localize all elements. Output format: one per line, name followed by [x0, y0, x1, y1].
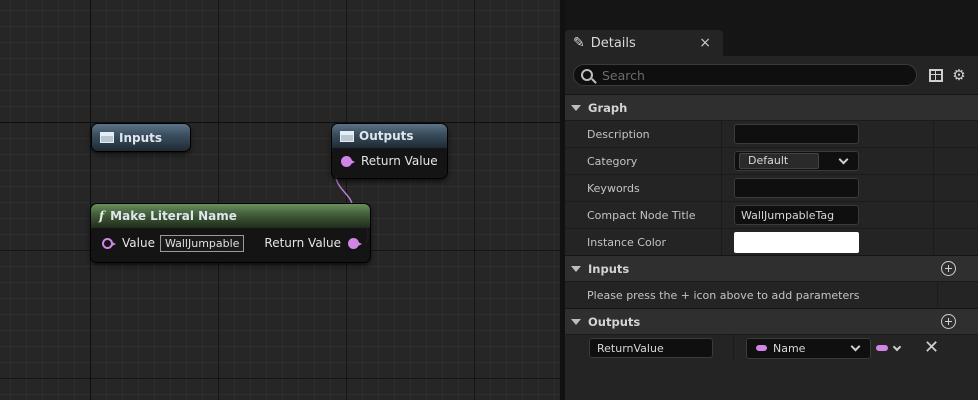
return-value-input-pin[interactable]	[341, 155, 355, 167]
add-output-icon[interactable]	[941, 314, 956, 329]
section-outputs-title: Outputs	[588, 314, 641, 329]
value-pin-label: Value	[122, 236, 155, 250]
section-inputs-title: Inputs	[588, 261, 630, 276]
outputs-node-title: Outputs	[359, 129, 414, 143]
category-dropdown[interactable]: Default	[734, 151, 859, 171]
property-row-compact-node-title: Compact Node Title WallJumpableTag	[565, 201, 978, 228]
inputs-hint-text: Please press the + icon above to add par…	[587, 288, 860, 302]
remove-param-icon[interactable]: ✕	[924, 339, 939, 357]
return-value-output-pin[interactable]	[348, 237, 362, 249]
keywords-label: Keywords	[565, 175, 722, 201]
compact-node-title-field[interactable]: WallJumpableTag	[734, 205, 859, 225]
description-field[interactable]	[734, 124, 859, 144]
tab-details[interactable]: ✎ Details ×	[565, 30, 723, 56]
section-inputs[interactable]: Inputs	[565, 255, 978, 281]
description-label: Description	[565, 121, 722, 147]
container-type-icon[interactable]	[876, 345, 888, 351]
collapse-arrow-icon	[571, 265, 581, 272]
chevron-down-icon[interactable]	[838, 154, 849, 164]
collapse-arrow-icon	[571, 104, 581, 111]
section-graph-title: Graph	[588, 100, 628, 115]
pencil-icon: ✎	[573, 35, 585, 51]
pin-type-icon	[756, 345, 767, 351]
search-icon	[581, 69, 593, 81]
property-row-keywords: Keywords	[565, 174, 978, 201]
node-entry-icon	[100, 132, 114, 143]
add-input-icon[interactable]	[941, 261, 956, 276]
search-placeholder: Search	[602, 67, 645, 83]
wire-connection	[335, 175, 369, 244]
keywords-field[interactable]	[734, 178, 859, 198]
instance-color-swatch[interactable]	[734, 231, 859, 253]
property-row-instance-color: Instance Color	[565, 228, 978, 255]
property-row-category: Category Default	[565, 147, 978, 174]
chevron-down-icon[interactable]	[850, 341, 861, 351]
property-matrix-icon[interactable]	[929, 68, 943, 82]
value-literal-input[interactable]: WallJumpable	[159, 234, 245, 252]
output-param-name-field[interactable]: ReturnValue	[589, 338, 713, 358]
output-param-type-label: Name	[773, 341, 806, 355]
tab-details-label: Details	[590, 35, 636, 51]
section-graph[interactable]: Graph	[565, 94, 978, 120]
value-input-pin[interactable]	[102, 237, 116, 249]
details-panel: ✎ Details × Search ⚙ Graph Description C…	[565, 0, 978, 400]
make-literal-name-node[interactable]: f Make Literal Name Value WallJumpable R…	[91, 204, 370, 262]
inputs-node-title: Inputs	[119, 130, 163, 145]
inputs-node-header[interactable]: Inputs	[92, 124, 190, 151]
output-param-type-dropdown[interactable]: Name	[746, 337, 871, 359]
function-icon: f	[99, 209, 105, 223]
section-outputs[interactable]: Outputs	[565, 308, 978, 334]
compact-node-title-label: Compact Node Title	[565, 202, 722, 228]
category-label: Category	[565, 148, 722, 174]
chevron-down-icon[interactable]	[892, 342, 902, 351]
close-icon[interactable]: ×	[699, 35, 711, 51]
collapse-arrow-icon	[571, 318, 581, 325]
outputs-node-header[interactable]: Outputs	[332, 124, 447, 148]
instance-color-label: Instance Color	[565, 229, 722, 255]
details-tab-bar: ✎ Details ×	[565, 30, 978, 56]
gear-icon[interactable]: ⚙	[951, 67, 967, 83]
details-search-input[interactable]: Search	[573, 64, 917, 86]
category-value[interactable]: Default	[739, 153, 819, 169]
make-literal-name-title: Make Literal Name	[110, 209, 237, 223]
output-param-row: ReturnValue Name ✕	[565, 334, 978, 361]
inputs-hint-row: Please press the + icon above to add par…	[565, 281, 978, 308]
outputs-node[interactable]: Outputs Return Value	[332, 124, 447, 178]
return-value-output-label: Return Value	[264, 236, 341, 250]
return-value-pin-label: Return Value	[361, 154, 438, 168]
inputs-node[interactable]: Inputs	[92, 124, 190, 151]
make-literal-name-header[interactable]: f Make Literal Name	[91, 204, 370, 228]
blueprint-graph-canvas[interactable]: Inputs Outputs Return Value f Make Liter…	[0, 0, 560, 400]
node-result-icon	[340, 130, 354, 142]
property-row-description: Description	[565, 120, 978, 147]
